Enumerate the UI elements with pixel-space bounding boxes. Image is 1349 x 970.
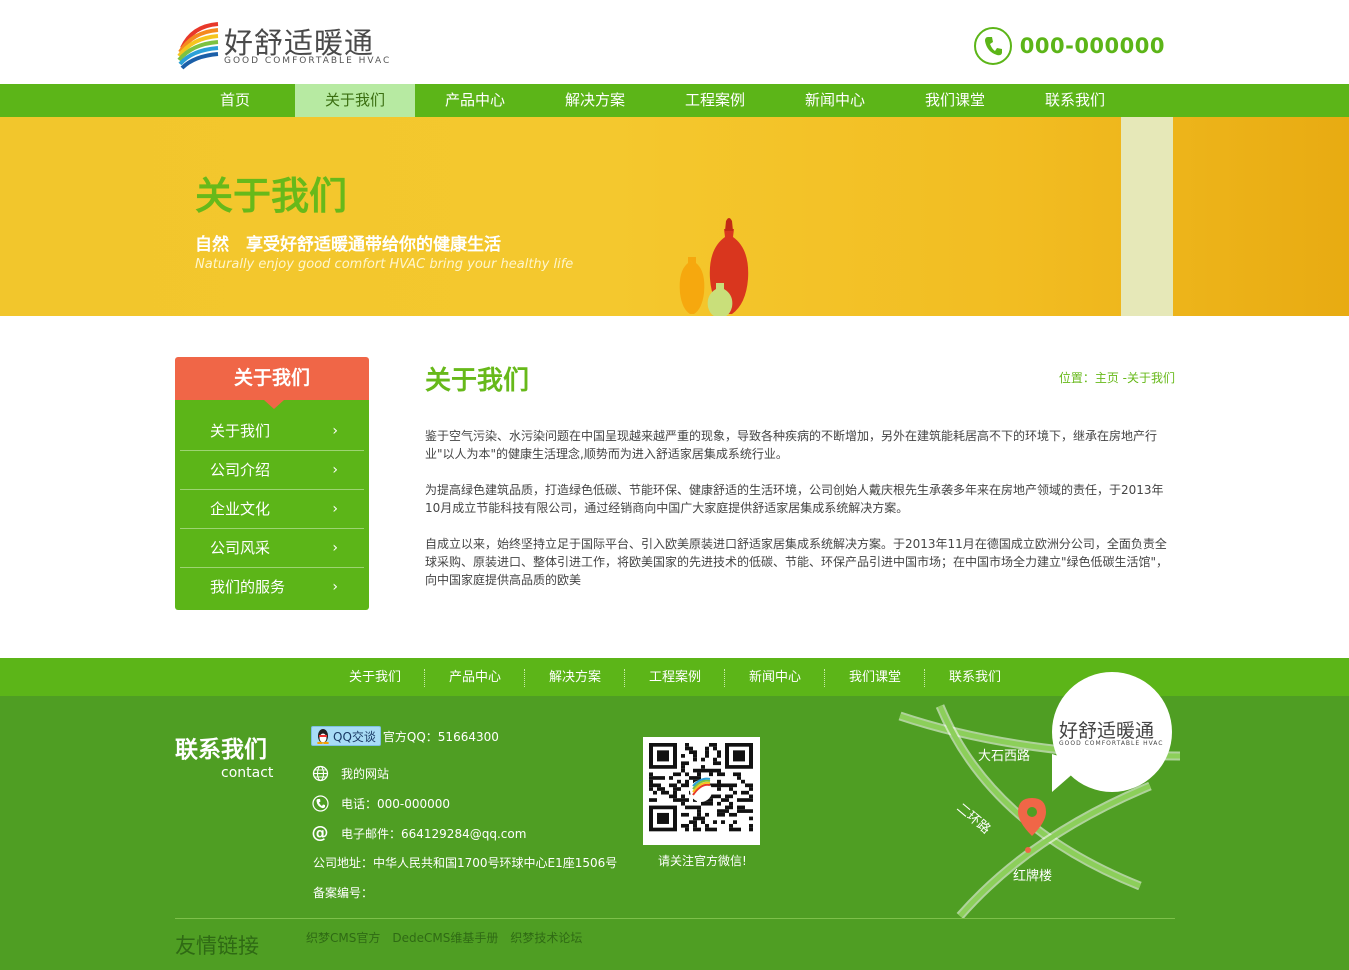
banner: 关于我们 自然 享受好舒适暖通带给你的健康生活 Naturally enjoy … <box>0 117 1349 316</box>
map-logo-subtext: GOOD COMFORTABLE HVAC <box>1059 740 1164 747</box>
nav-item[interactable]: 解决方案 <box>535 84 655 117</box>
qq-chat-label: QQ交谈 <box>333 729 376 744</box>
nav-item[interactable]: 新闻中心 <box>775 84 895 117</box>
paragraph: 自成立以来，始终坚持立足于国际平台、引入欧美原装进口舒适家居集成系统解决方案。于… <box>425 537 1169 587</box>
nav-item[interactable]: 联系我们 <box>1015 84 1135 117</box>
sidebar-item-label: 公司风采 <box>210 539 271 557</box>
paragraph: 为提高绿色建筑品质，打造绿色低碳、节能环保、健康舒适的生活环境，公司创始人戴庆根… <box>425 483 1164 515</box>
chevron-right-icon: › <box>332 501 338 517</box>
sidebar-menu: 关于我们 › 公司介绍 › 企业文化 › 公司风采 › 我们的服务 › <box>175 400 369 610</box>
website-link: 我的网站 <box>341 766 390 781</box>
qq-chat-button[interactable]: QQ交谈 <box>311 726 381 746</box>
footer-icp: 备案编号： <box>313 886 374 900</box>
footer-nav-item[interactable]: 我们课堂 <box>825 658 925 696</box>
footer-nav-label: 关于我们 <box>348 670 401 685</box>
header-phone: 000-000000 <box>973 26 1165 66</box>
sidebar-item[interactable]: 公司介绍 › <box>180 451 364 490</box>
globe-icon <box>311 764 329 782</box>
sidebar-item-label: 我们的服务 <box>210 578 286 596</box>
phone-icon <box>311 794 329 812</box>
page: 好舒适暖通 GOOD COMFORTABLE HVAC 000-000000 首… <box>0 0 1349 970</box>
footer-phone: 电话：000-000000 <box>341 796 451 811</box>
qq-penguin-icon <box>317 729 329 744</box>
footer-nav-item[interactable]: 解决方案 <box>525 658 625 696</box>
footer-email: 电子邮件：664129284@qq.com <box>341 826 527 841</box>
sidebar-notch <box>264 400 284 409</box>
banner-title: 关于我们 <box>195 174 348 218</box>
footer-divider <box>175 918 1175 919</box>
map-road-label: 大石西路 <box>978 749 1031 764</box>
nav-item[interactable]: 工程案例 <box>655 84 775 117</box>
wechat-qr-code <box>643 737 760 845</box>
chevron-right-icon: › <box>332 462 338 478</box>
footer-contact-subtitle: contact <box>221 765 274 781</box>
friend-link[interactable]: DedeCMS维基手册 <box>392 929 498 946</box>
article-content: 鉴于空气污染、水污染问题在中国呈现越来越严重的现象，导致各种疾病的不断增加，另外… <box>425 427 1176 607</box>
footer-nav-label: 我们课堂 <box>848 670 901 685</box>
nav-item[interactable]: 产品中心 <box>415 84 535 117</box>
footer-qq-row: QQ交谈 官方QQ：51664300 <box>311 726 499 746</box>
qq-number: 官方QQ：51664300 <box>382 729 499 744</box>
nav-item[interactable]: 首页 <box>175 84 295 117</box>
header: 好舒适暖通 GOOD COMFORTABLE HVAC 000-000000 <box>0 0 1349 84</box>
page-title: 关于我们 <box>425 366 530 396</box>
footer-nav-item[interactable]: 关于我们 <box>325 658 425 696</box>
phone-number: 000-000000 <box>1019 34 1165 58</box>
chevron-right-icon: › <box>332 540 338 556</box>
footer-nav-item[interactable]: 联系我们 <box>925 658 1025 696</box>
map-road-label: 红牌楼 <box>1013 869 1053 884</box>
logo-subtext: GOOD COMFORTABLE HVAC <box>224 56 392 66</box>
friend-link[interactable]: 织梦技术论坛 <box>510 929 582 946</box>
map-logo-tail <box>1052 754 1084 792</box>
sidebar-item[interactable]: 企业文化 › <box>180 490 364 529</box>
sidebar-item[interactable]: 关于我们 › <box>180 412 364 451</box>
sidebar-item[interactable]: 我们的服务 › <box>180 568 364 607</box>
nav-item[interactable]: 关于我们 <box>295 84 415 117</box>
chevron-right-icon: › <box>332 423 338 439</box>
sidebar-item-label: 企业文化 <box>210 500 271 518</box>
chevron-right-icon: › <box>332 579 338 595</box>
friend-links-title: 友情链接 <box>175 934 259 958</box>
main-nav: 首页 关于我们 产品中心 解决方案 工程案例 新闻中心 我们课堂 联系我们 <box>0 84 1349 117</box>
footer-nav-label: 工程案例 <box>648 670 701 685</box>
vase-illustration <box>679 218 749 316</box>
site-logo[interactable]: 好舒适暖通 GOOD COMFORTABLE HVAC <box>176 18 396 70</box>
qr-caption: 请关注官方微信! <box>658 854 747 868</box>
nav-item[interactable]: 我们课堂 <box>895 84 1015 117</box>
sidebar-item[interactable]: 公司风采 › <box>180 529 364 568</box>
map-logo-text: 好舒适暖通 <box>1059 720 1155 742</box>
phone-icon <box>973 27 1012 65</box>
footer-website-row[interactable]: 我的网站 <box>311 764 389 782</box>
footer-nav-item[interactable]: 工程案例 <box>625 658 725 696</box>
footer-nav-label: 解决方案 <box>548 670 601 685</box>
sidebar-item-label: 公司介绍 <box>210 461 271 479</box>
breadcrumb[interactable]: 位置：主页 -关于我们 <box>1059 369 1175 386</box>
paragraph: 鉴于空气污染、水污染问题在中国呈现越来越严重的现象，导致各种疾病的不断增加，另外… <box>425 429 1158 461</box>
banner-subtitle-en: Naturally enjoy good comfort HVAC bring … <box>195 257 574 272</box>
footer-nav-item[interactable]: 新闻中心 <box>725 658 825 696</box>
sidebar-item-label: 关于我们 <box>210 422 271 440</box>
footer-contact-title: 联系我们 <box>175 737 267 763</box>
friend-link[interactable]: 织梦CMS官方 <box>306 929 380 946</box>
footer-email-row: @ 电子邮件：664129284@qq.com <box>311 823 527 843</box>
footer-address: 公司地址：中华人民共和国1700号环球中心E1座1506号 <box>313 856 618 870</box>
friend-links: 织梦CMS官方 DedeCMS维基手册 织梦技术论坛 <box>306 929 594 946</box>
footer-nav-item[interactable]: 产品中心 <box>425 658 525 696</box>
banner-stripe <box>1121 117 1173 316</box>
at-sign-icon: @ <box>311 823 329 843</box>
sidebar-title: 关于我们 <box>175 357 369 400</box>
footer-nav-label: 联系我们 <box>948 670 1001 685</box>
banner-subtitle: 自然 享受好舒适暖通带给你的健康生活 <box>195 235 501 255</box>
footer-nav-label: 新闻中心 <box>748 670 801 685</box>
footer-phone-row: 电话：000-000000 <box>311 794 450 812</box>
logo-swoosh-icon <box>177 22 219 70</box>
footer-nav-label: 产品中心 <box>448 670 501 685</box>
